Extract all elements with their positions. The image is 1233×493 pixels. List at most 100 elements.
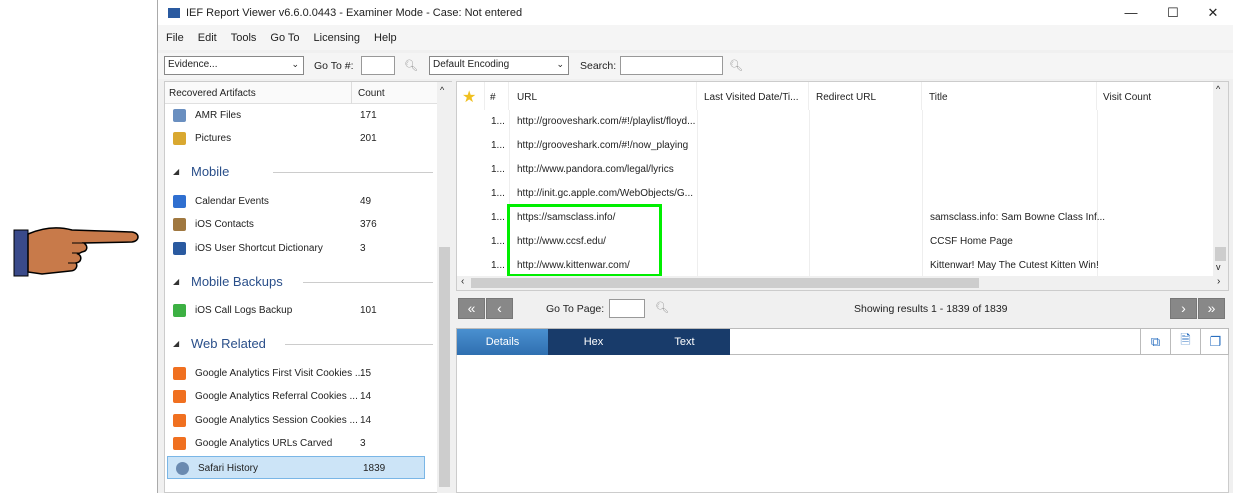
analytics-icon [173,414,186,427]
pager: « ‹ Go To Page: 🔍︎ Showing results 1 - 1… [456,296,1229,323]
export-icon[interactable]: 🗎︎ [1170,329,1200,355]
group-mobile-backups[interactable]: ◢ Mobile Backups [173,272,433,292]
app-window: IEF Report Viewer v6.6.0.0443 - Examiner… [157,0,1233,493]
menu-bar: File Edit Tools Go To Licensing Help [158,25,1233,50]
artifact-item-ga-session[interactable]: Google Analytics Session Cookies ... 14 [165,409,435,432]
menu-file[interactable]: File [166,32,184,44]
artifact-item-amr-files[interactable]: AMR Files 171 [165,104,435,127]
table-row[interactable]: 1... http://grooveshark.com/#!/now_playin… [457,134,1212,158]
first-page-button[interactable]: « [458,298,485,319]
column-visit-count[interactable]: Visit Count [1097,82,1212,110]
chevron-down-icon: ⌄ [556,59,564,69]
artifact-item-ios-shortcut-dictionary[interactable]: iOS User Shortcut Dictionary 3 [165,237,435,260]
artifact-item-ios-contacts[interactable]: iOS Contacts 376 [165,213,435,236]
artifact-name: Google Analytics First Visit Cookies ... [195,368,364,379]
window-title: IEF Report Viewer v6.6.0.0443 - Examiner… [186,6,523,19]
scroll-thumb[interactable] [439,247,450,487]
menu-goto[interactable]: Go To [270,32,299,44]
artifact-item-ga-referral[interactable]: Google Analytics Referral Cookies ... 14 [165,385,435,408]
artifact-count: 14 [360,415,372,426]
column-last-visited[interactable]: Last Visited Date/Ti... [697,82,809,110]
close-button[interactable]: ✕ [1190,0,1233,25]
prev-page-button[interactable]: ‹ [486,298,513,319]
row-url: http://grooveshark.com/#!/now_playing [517,140,689,151]
artifact-count: 376 [360,219,377,230]
artifact-item-safari-history[interactable]: Safari History 1839 [167,456,425,479]
group-label: Mobile [191,164,230,179]
artifact-tree-panel: Recovered Artifacts Count AMR Files 171 P… [164,81,452,493]
grid-horizontal-scrollbar[interactable]: ‹ › [457,276,1228,290]
group-mobile[interactable]: ◢ Mobile [173,162,433,182]
search-icon[interactable]: 🔍︎ [404,59,418,72]
tab-hex[interactable]: Hex [548,329,639,355]
row-url: http://init.gc.apple.com/WebObjects/G... [517,188,694,199]
popout-icon[interactable]: ⧉ [1140,329,1170,355]
search-label: Search: [580,60,617,72]
collapse-triangle-icon[interactable]: ◢ [173,277,179,286]
column-redirect-url[interactable]: Redirect URL [809,82,922,110]
menu-help[interactable]: Help [374,32,397,44]
group-label: Web Related [191,336,266,351]
app-logo-icon [168,7,180,18]
artifact-count: 49 [360,196,372,207]
safari-icon [176,462,189,475]
encoding-dropdown[interactable]: Default Encoding ⌄ [429,56,569,75]
artifact-name: iOS Call Logs Backup [195,305,293,316]
scroll-thumb[interactable] [1215,247,1226,261]
artifact-item-pictures[interactable]: Pictures 201 [165,127,435,150]
audio-icon [173,109,186,122]
artifact-name: AMR Files [195,110,242,121]
column-title[interactable]: Title [922,82,1097,110]
artifact-item-ga-urls-carved[interactable]: Google Analytics URLs Carved 3 [165,432,435,455]
analytics-icon [173,367,186,380]
scroll-thumb[interactable] [471,278,979,288]
artifact-count: 101 [360,305,377,316]
tab-details[interactable]: Details [457,329,548,355]
last-page-button[interactable]: » [1198,298,1225,319]
row-number: 1... [491,164,505,175]
toolbar: Evidence... ⌄ Go To #: 🔍︎ Default Encodin… [158,53,1233,79]
column-url[interactable]: URL [509,82,697,110]
pictures-icon [173,132,186,145]
menu-edit[interactable]: Edit [198,32,217,44]
artifact-count: 171 [360,110,377,121]
star-icon[interactable]: ★ [457,82,485,110]
artifact-name: Calendar Events [195,196,269,207]
artifact-name: Google Analytics Session Cookies ... [195,415,358,426]
header-count[interactable]: Count [358,88,385,99]
table-row[interactable]: 1... http://init.gc.apple.com/WebObjects/… [457,182,1212,206]
calendar-icon [173,195,186,208]
menu-tools[interactable]: Tools [231,32,257,44]
scroll-up-icon[interactable]: ^ [440,85,444,95]
artifact-count: 201 [360,133,377,144]
artifact-item-ga-first-visit[interactable]: Google Analytics First Visit Cookies ...… [165,362,435,385]
group-web-related[interactable]: ◢ Web Related [173,334,433,354]
minimize-button[interactable]: — [1108,0,1154,25]
search-input[interactable] [620,56,723,75]
tab-text[interactable]: Text [639,329,730,355]
search-icon[interactable]: 🔍︎ [729,59,743,72]
row-title: CCSF Home Page [930,236,1013,247]
column-number[interactable]: # [485,82,509,110]
menu-licensing[interactable]: Licensing [314,32,360,44]
artifact-item-calendar-events[interactable]: Calendar Events 49 [165,190,435,213]
artifact-count: 3 [360,243,366,254]
header-recovered-artifacts[interactable]: Recovered Artifacts [169,88,256,99]
search-icon[interactable]: 🔍︎ [655,301,669,314]
goto-page-input[interactable] [609,299,645,318]
grid-vertical-scrollbar[interactable]: ^ v [1213,82,1228,276]
row-title: Kittenwar! May The Cutest Kitten Win! [930,260,1099,271]
table-row[interactable]: 1... http://www.pandora.com/legal/lyrics [457,158,1212,182]
evidence-dropdown[interactable]: Evidence... ⌄ [164,56,304,75]
goto-page-label: Go To Page: [546,303,605,315]
results-status: Showing results 1 - 1839 of 1839 [854,303,1008,315]
table-row[interactable]: 1... http://grooveshark.com/#!/playlist/f… [457,110,1212,134]
next-page-button[interactable]: › [1170,298,1197,319]
goto-input[interactable] [361,56,395,75]
vertical-scrollbar[interactable]: ^ [437,82,452,493]
windows-icon[interactable]: ❐ [1200,329,1230,355]
collapse-triangle-icon[interactable]: ◢ [173,339,179,348]
artifact-item-ios-call-logs[interactable]: iOS Call Logs Backup 101 [165,299,435,322]
collapse-triangle-icon[interactable]: ◢ [173,167,179,176]
results-grid: ★ # URL Last Visited Date/Ti... Redirect… [456,81,1229,291]
